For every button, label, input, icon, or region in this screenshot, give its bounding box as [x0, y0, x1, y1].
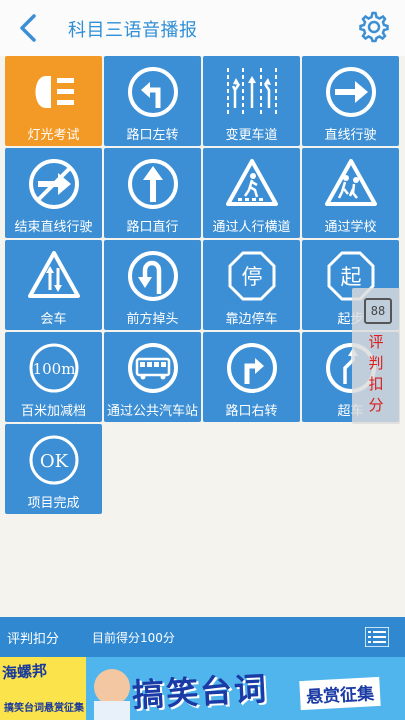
tile-label: 靠边停车 — [225, 312, 278, 327]
tile-school[interactable]: 通过学校 — [302, 148, 399, 238]
gear-icon[interactable] — [357, 10, 391, 44]
straight-arrow-icon — [325, 67, 376, 117]
tile-end-straight[interactable]: 结束直线行驶 — [5, 148, 102, 238]
tile-go-straight[interactable]: 路口直行 — [104, 148, 201, 238]
banner-tag: 悬赏征集 — [299, 676, 381, 711]
end-straight-icon — [28, 159, 79, 209]
deduction-label[interactable]: 评判扣分 — [7, 628, 59, 647]
side-panel-label: 评判扣分 — [368, 333, 384, 414]
go-straight-icon — [127, 159, 178, 209]
tile-turn-left[interactable]: 路口左转 — [104, 56, 201, 146]
speed-100m-icon: 100m — [29, 343, 78, 393]
tile-complete[interactable]: OK 项目完成 — [5, 424, 102, 514]
tile-label: 百米加减档 — [20, 404, 86, 419]
tile-meeting-car[interactable]: 会车 — [5, 240, 102, 330]
tile-label: 项目完成 — [27, 496, 80, 511]
banner-headline: 搞笑台词 — [131, 669, 270, 715]
sign-text: OK — [39, 451, 68, 472]
tile-label: 灯光考试 — [27, 128, 80, 143]
sign-text: 起 — [340, 265, 361, 289]
u-turn-icon — [127, 251, 178, 301]
tile-label: 直线行驶 — [324, 128, 377, 143]
school-children-icon — [324, 159, 377, 206]
page-title: 科目三语音播报 — [68, 20, 198, 41]
tile-label: 路口左转 — [126, 128, 179, 143]
sign-text: 停 — [241, 265, 262, 289]
header-bar: 科目三语音播报 — [0, 0, 405, 56]
tile-u-turn[interactable]: 前方掉头 — [104, 240, 201, 330]
tile-label: 前方掉头 — [126, 312, 179, 327]
tile-label: 通过学校 — [324, 220, 377, 235]
tile-label: 结束直线行驶 — [14, 220, 93, 235]
tile-100m-gear[interactable]: 100m 百米加减档 — [5, 332, 102, 422]
pedestrian-crossing-icon — [225, 159, 278, 206]
bus-icon — [127, 343, 178, 393]
side-badge: 88 — [364, 298, 392, 324]
tile-label: 会车 — [40, 312, 67, 327]
banner-subtitle: 搞笑台词悬赏征集 — [4, 703, 84, 714]
tile-pedestrian-crossing[interactable]: 通过人行横道 — [203, 148, 300, 238]
stop-sign-icon: 停 — [228, 251, 275, 301]
tile-straight-drive[interactable]: 直线行驶 — [302, 56, 399, 146]
lane-change-icon — [226, 68, 277, 116]
tile-turn-right[interactable]: 路口右转 — [203, 332, 300, 422]
tile-label: 路口右转 — [225, 404, 278, 419]
tile-pull-over[interactable]: 停 靠边停车 — [203, 240, 300, 330]
headlight-icon — [35, 76, 74, 108]
current-score: 目前得分100分 — [92, 631, 175, 645]
tile-label: 路口直行 — [126, 220, 179, 235]
tile-label: 变更车道 — [225, 128, 278, 143]
turn-right-icon — [226, 343, 277, 393]
two-way-traffic-icon — [27, 251, 80, 298]
deduction-side-panel[interactable]: 88 评判扣分 — [352, 288, 400, 424]
tile-bus-station[interactable]: 通过公共汽车站 — [104, 332, 201, 422]
tile-label: 通过人行横道 — [212, 220, 291, 235]
ok-icon: OK — [29, 435, 78, 485]
turn-left-icon — [127, 67, 178, 117]
tile-lane-change[interactable]: 变更车道 — [203, 56, 300, 146]
list-menu-icon[interactable] — [365, 627, 389, 647]
sign-text: 100m — [32, 360, 75, 378]
tile-light-exam[interactable]: 灯光考试 — [5, 56, 102, 146]
back-arrow-icon[interactable] — [14, 12, 44, 44]
tile-label: 通过公共汽车站 — [106, 404, 198, 419]
bottom-status-bar: 评判扣分 目前得分100分 — [0, 617, 405, 657]
ad-banner[interactable]: 海螺邦 搞笑台词悬赏征集 搞笑台词 悬赏征集 — [0, 657, 405, 720]
banner-brand: 海螺邦 — [1, 661, 48, 683]
subject-grid: 灯光考试 路口左转 变更车道 直线行驶 结束直线行驶 路口直行 通过人行横道 通… — [5, 56, 400, 514]
banner-brand-panel: 海螺邦 搞笑台词悬赏征集 — [0, 657, 86, 720]
